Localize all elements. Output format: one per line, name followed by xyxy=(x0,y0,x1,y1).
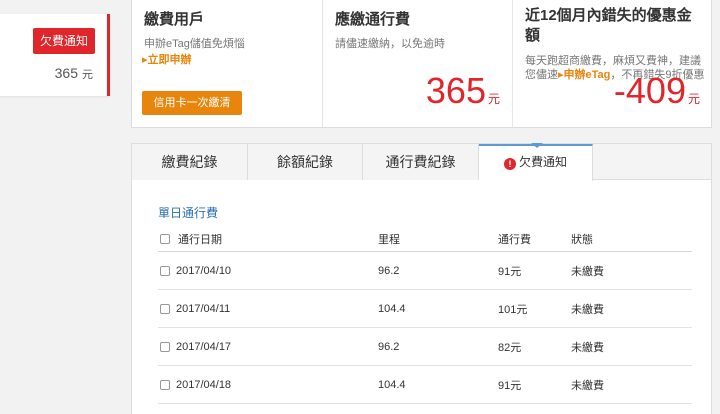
header-date: 通行日期 xyxy=(178,233,222,246)
table-row: 2017/04/11 104.4 101元 未繳費 xyxy=(158,290,692,328)
row-status: 未繳費 xyxy=(571,379,604,392)
missed-discount-column: 近12個月內錯失的優惠金額 每天跑超商繳費，麻煩又費神，建議您儘速▸申辦eTag… xyxy=(512,0,712,127)
row-km: 104.4 xyxy=(378,302,406,315)
row-status: 未繳費 xyxy=(571,341,604,354)
row-fee: 91元 xyxy=(498,379,522,392)
section-title: 單日通行費 xyxy=(158,206,219,220)
row-fee: 82元 xyxy=(498,341,522,354)
row-date: 2017/04/10 xyxy=(176,264,232,277)
toll-due-amount: 365 元 xyxy=(426,73,500,117)
payer-title: 繳費用戶 xyxy=(144,11,205,28)
row-km: 104.4 xyxy=(378,378,406,391)
row-date: 2017/04/17 xyxy=(176,340,232,353)
tab-arrears-notice[interactable]: ! 欠費通知 xyxy=(479,144,593,181)
row-fee: 91元 xyxy=(498,265,522,278)
tab-balance-records[interactable]: 餘額紀錄 xyxy=(248,144,363,180)
tab-bar: 繳費紀錄 餘額紀錄 通行費紀錄 ! 欠費通知 xyxy=(132,144,711,181)
tab-arrears-label: 欠費通知 xyxy=(518,155,567,169)
table-row: 2017/04/17 96.2 82元 未繳費 xyxy=(158,328,692,366)
row-fee: 101元 xyxy=(498,303,528,316)
header-status: 狀態 xyxy=(571,233,593,246)
missed-discount-amount: -409 元 xyxy=(614,73,700,117)
row-status: 未繳費 xyxy=(571,303,604,316)
active-tab-indicator xyxy=(531,143,543,148)
missed-discount-unit: 元 xyxy=(687,92,700,106)
credit-card-pay-button[interactable]: 信用卡一次繳清 xyxy=(142,91,242,115)
select-all-checkbox-cell xyxy=(160,226,170,251)
header-km: 里程 xyxy=(378,233,400,246)
missed-discount-value: -409 xyxy=(613,70,686,111)
toll-due-unit: 元 xyxy=(487,92,500,106)
apply-etag-link[interactable]: ▸立即申辦 xyxy=(142,51,192,67)
table-header-row: 通行日期 里程 通行費 狀態 xyxy=(158,226,692,252)
row-checkbox[interactable] xyxy=(160,303,170,314)
row-checkbox[interactable] xyxy=(160,341,170,352)
records-panel: 繳費紀錄 餘額紀錄 通行費紀錄 ! 欠費通知 單日通行費 通行日期 里程 通行費 … xyxy=(131,143,712,414)
summary-panel: 繳費用戶 申辦eTag儲值免煩惱 ▸立即申辦 信用卡一次繳清 應繳通行費 請儘速… xyxy=(131,0,712,128)
alert-icon: ! xyxy=(503,158,516,170)
toll-due-column: 應繳通行費 請儘速繳納，以免逾時 365 元 xyxy=(322,0,512,127)
table-row: 2017/04/18 104.4 91元 未繳費 xyxy=(158,366,692,404)
missed-discount-title: 近12個月內錯失的優惠金額 xyxy=(525,7,692,44)
row-date: 2017/04/11 xyxy=(176,302,231,315)
arrears-notice-badge[interactable]: 欠費通知 xyxy=(33,28,95,54)
sidebar-amount-value: 365 xyxy=(54,65,78,81)
sidebar-amount-unit: 元 xyxy=(82,69,93,81)
row-checkbox[interactable] xyxy=(160,265,170,276)
row-checkbox[interactable] xyxy=(160,379,170,390)
toll-table: 通行日期 里程 通行費 狀態 2017/04/10 96.2 91元 未繳費 2… xyxy=(158,226,692,404)
payer-desc: 申辦eTag儲值免煩惱 xyxy=(144,38,245,50)
tab-toll-records[interactable]: 通行費紀錄 xyxy=(363,144,479,180)
sidebar-card: 欠費通知 365 元 xyxy=(0,14,110,96)
toll-due-value: 365 xyxy=(425,70,486,111)
payer-column: 繳費用戶 申辦eTag儲值免煩惱 ▸立即申辦 信用卡一次繳清 xyxy=(132,0,322,127)
row-km: 96.2 xyxy=(378,264,400,277)
select-all-checkbox[interactable] xyxy=(160,233,170,244)
sidebar-amount: 365 元 xyxy=(55,65,93,82)
row-status: 未繳費 xyxy=(571,265,604,278)
header-fee: 通行費 xyxy=(498,233,531,246)
table-row: 2017/04/10 96.2 91元 未繳費 xyxy=(158,252,692,290)
toll-due-desc: 請儘速繳納，以免逾時 xyxy=(335,38,445,50)
tab-payment-records[interactable]: 繳費紀錄 xyxy=(132,144,248,180)
apply-etag-inline-link[interactable]: ▸申辦eTag xyxy=(558,69,610,81)
row-km: 96.2 xyxy=(378,340,400,353)
row-date: 2017/04/18 xyxy=(176,378,232,391)
toll-due-title: 應繳通行費 xyxy=(335,11,411,28)
